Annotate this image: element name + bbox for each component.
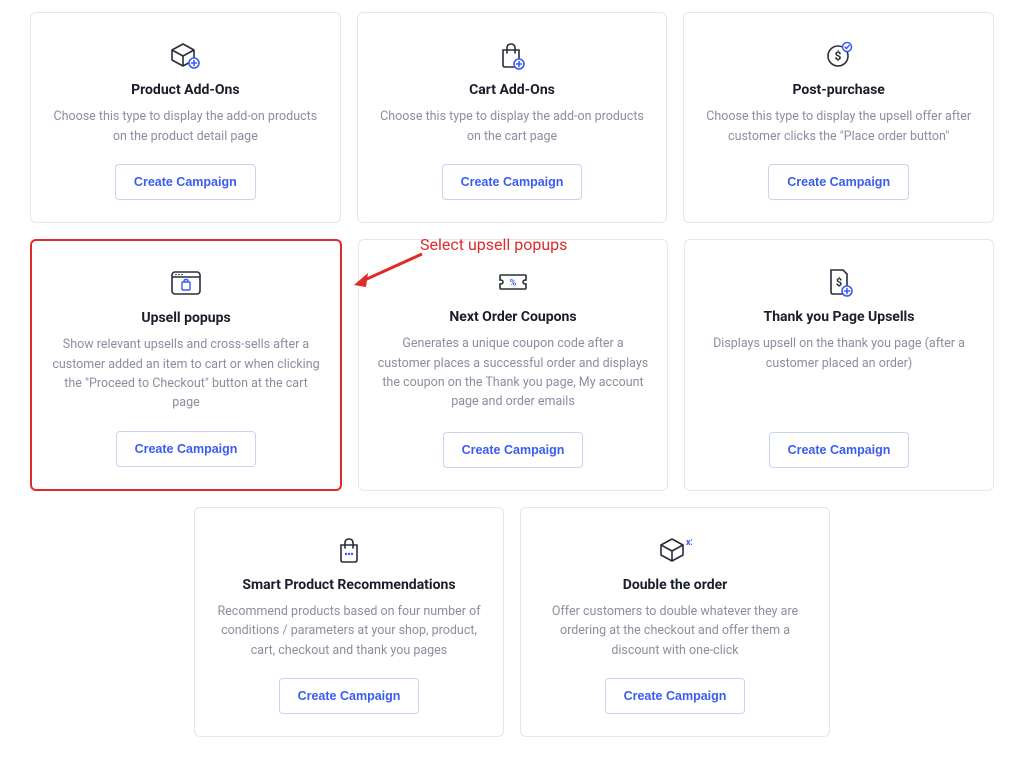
create-campaign-button[interactable]: Create Campaign <box>443 432 584 468</box>
card-post-purchase: $ Post-purchase Choose this type to disp… <box>683 12 994 223</box>
page-dollar-plus-icon: $ <box>822 266 856 298</box>
create-campaign-button[interactable]: Create Campaign <box>769 432 910 468</box>
card-desc: Choose this type to display the upsell o… <box>702 107 975 146</box>
dollar-check-icon: $ <box>822 39 856 71</box>
box-plus-icon <box>168 39 202 71</box>
svg-text:x2: x2 <box>686 538 692 548</box>
card-title: Product Add-Ons <box>131 81 239 99</box>
card-desc: Recommend products based on four number … <box>213 602 485 660</box>
create-campaign-button[interactable]: Create Campaign <box>279 678 420 714</box>
card-desc: Show relevant upsells and cross-sells af… <box>50 335 322 413</box>
svg-text:$: $ <box>836 276 842 289</box>
popup-bag-icon <box>169 267 203 299</box>
card-title: Upsell popups <box>141 309 230 327</box>
card-double-the-order: x2 Double the order Offer customers to d… <box>520 507 830 737</box>
card-product-add-ons: Product Add-Ons Choose this type to disp… <box>30 12 341 223</box>
create-campaign-button[interactable]: Create Campaign <box>442 164 583 200</box>
card-desc: Choose this type to display the add-on p… <box>49 107 322 146</box>
card-title: Next Order Coupons <box>449 308 576 326</box>
card-desc: Offer customers to double whatever they … <box>539 602 811 660</box>
card-cart-add-ons: Cart Add-Ons Choose this type to display… <box>357 12 668 223</box>
box-x2-icon: x2 <box>658 534 692 566</box>
create-campaign-button[interactable]: Create Campaign <box>116 431 257 467</box>
bag-plus-icon <box>495 39 529 71</box>
card-title: Post-purchase <box>792 81 884 99</box>
card-desc: Generates a unique coupon code after a c… <box>377 334 649 412</box>
card-upsell-popups: Upsell popups Show relevant upsells and … <box>30 239 342 491</box>
card-desc: Displays upsell on the thank you page (a… <box>703 334 975 373</box>
create-campaign-button[interactable]: Create Campaign <box>605 678 746 714</box>
create-campaign-button[interactable]: Create Campaign <box>768 164 909 200</box>
card-title: Smart Product Recommendations <box>242 576 455 594</box>
card-title: Double the order <box>623 576 728 594</box>
card-thank-you-page-upsells: $ Thank you Page Upsells Displays upsell… <box>684 239 994 491</box>
svg-text:%: % <box>510 278 517 288</box>
bag-dots-icon <box>332 534 366 566</box>
card-title: Cart Add-Ons <box>469 81 555 99</box>
card-next-order-coupons: % Next Order Coupons Generates a unique … <box>358 239 668 491</box>
card-smart-product-recommendations: Smart Product Recommendations Recommend … <box>194 507 504 737</box>
coupon-icon: % <box>496 266 530 298</box>
svg-text:$: $ <box>834 49 841 63</box>
card-title: Thank you Page Upsells <box>764 308 915 326</box>
create-campaign-button[interactable]: Create Campaign <box>115 164 256 200</box>
card-desc: Choose this type to display the add-on p… <box>376 107 649 146</box>
